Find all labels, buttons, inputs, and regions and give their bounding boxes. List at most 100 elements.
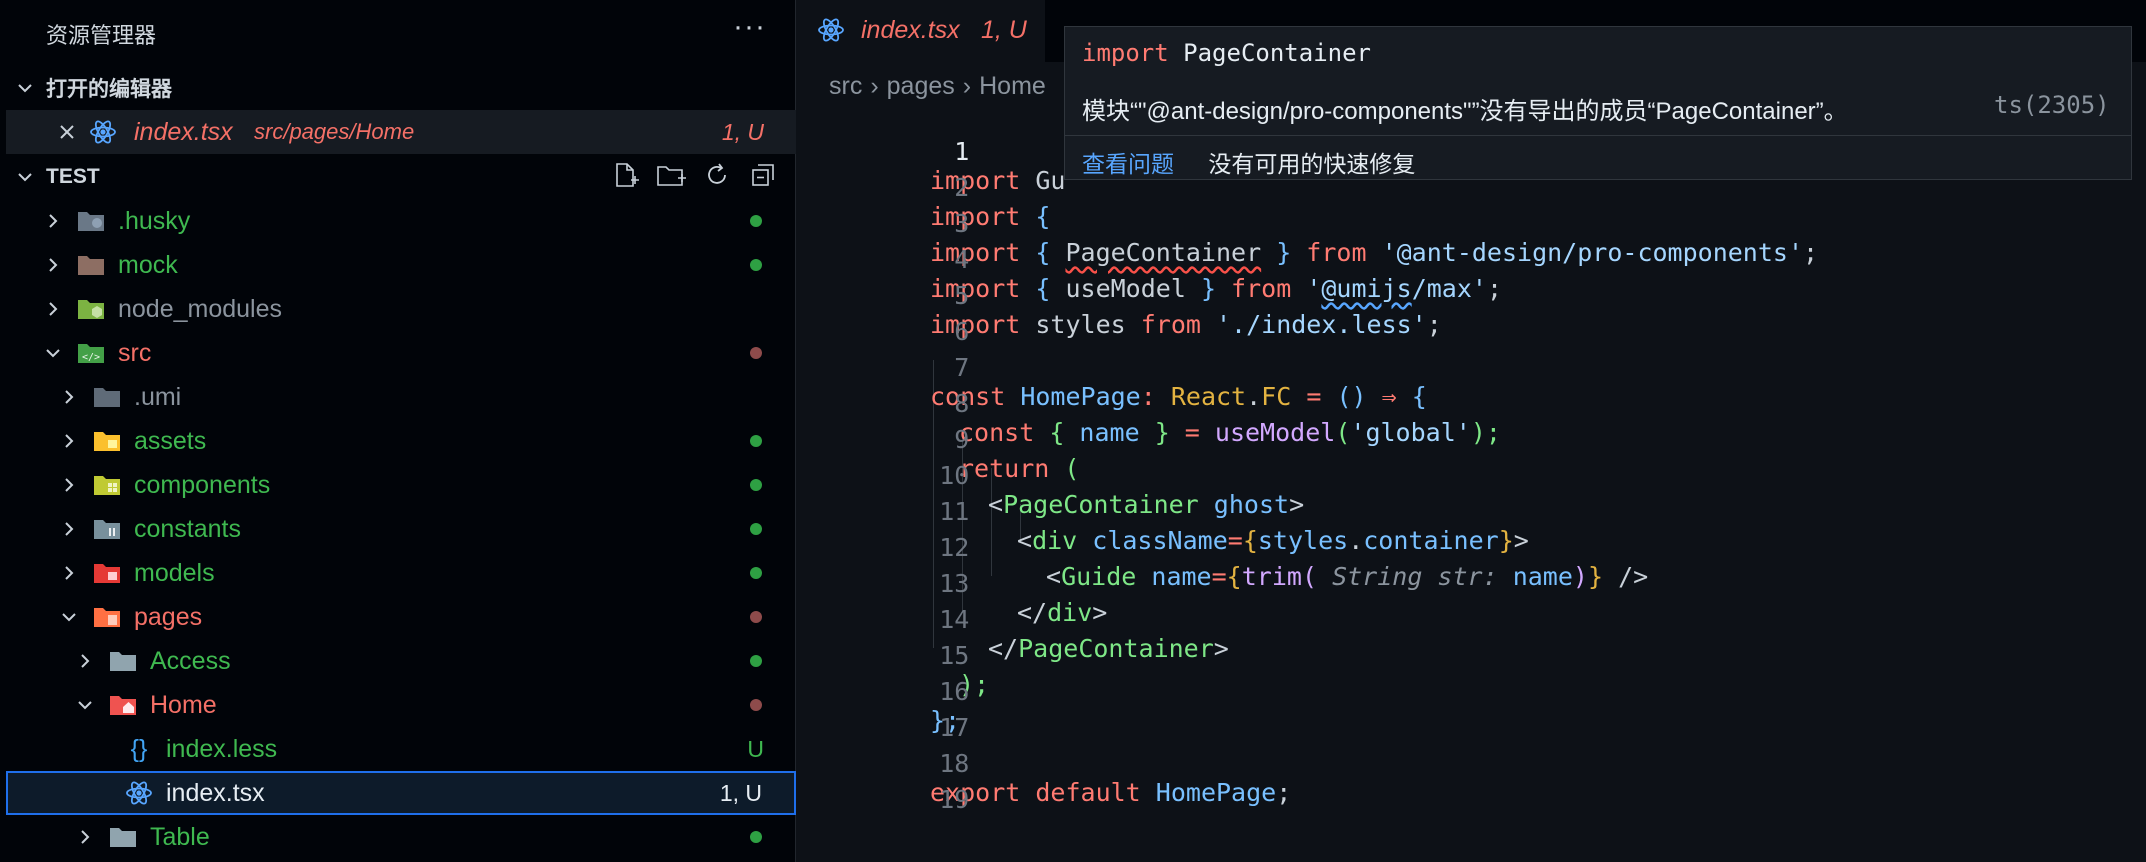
explorer-toolbar <box>610 160 778 190</box>
tree-item-node-modules[interactable]: node_modules <box>6 287 796 331</box>
braces-icon: {} <box>130 734 148 763</box>
constants-folder-icon <box>92 514 122 544</box>
code-line: 7 const HomePage: React.FC = () ⇒ { <box>797 324 2146 411</box>
folder-icon <box>76 250 106 280</box>
tree-item-label: constants <box>134 514 242 543</box>
chevron-down-icon <box>58 606 80 628</box>
tree-item-label: mock <box>118 250 178 279</box>
models-folder-icon <box>92 558 122 588</box>
tree-item-husky[interactable]: .husky <box>6 199 796 243</box>
chevron-right-icon <box>42 210 64 232</box>
status-dot <box>750 831 762 843</box>
line-number: 19 <box>939 785 970 814</box>
react-icon <box>88 117 118 147</box>
collapse-all-icon[interactable] <box>748 160 778 190</box>
home-folder-icon <box>108 690 138 720</box>
tree-item-access[interactable]: Access <box>6 639 796 683</box>
tab-index-tsx[interactable]: index.tsx 1, U <box>797 0 1045 62</box>
status-dot <box>750 611 762 623</box>
chevron-right-icon <box>74 650 96 672</box>
hover-signature: import PageContainer <box>1082 39 1371 67</box>
status-dot <box>750 347 762 359</box>
open-editors-header[interactable]: 打开的编辑器 <box>6 66 796 110</box>
code-line: 17 <box>797 684 2146 742</box>
explorer-sidebar: 资源管理器 ··· 打开的编辑器 index.tsx src/pages/Hom… <box>0 0 796 862</box>
tree-item-label: assets <box>134 426 207 455</box>
breadcrumb-item[interactable]: pages <box>887 72 955 100</box>
tab-label: index.tsx <box>861 16 960 44</box>
code-line: 10 <PageContainer ghost> <box>797 432 2146 519</box>
code-line: 8 const { name } = useModel('global'); <box>797 360 2146 447</box>
tree-item-index-tsx[interactable]: index.tsx 1, U <box>6 771 796 815</box>
tree-item-label: index.less <box>166 734 278 763</box>
code-line: 14 </PageContainer> <box>797 576 2146 663</box>
view-problem-link[interactable]: 查看问题 <box>1082 151 1174 177</box>
no-quick-fix-text: 没有可用的快速修复 <box>1208 151 1416 177</box>
code-line: 5 import styles from './index.less'; <box>797 252 2146 339</box>
react-icon <box>817 16 845 49</box>
tree-item-label: node_modules <box>118 294 283 323</box>
tree-item-assets[interactable]: assets <box>6 419 796 463</box>
chevron-right-icon <box>42 298 64 320</box>
status-dot <box>750 259 762 271</box>
svg-text:</>: </> <box>82 352 100 363</box>
tree-item-components[interactable]: components <box>6 463 796 507</box>
hover-divider <box>1065 135 2131 136</box>
new-folder-icon[interactable] <box>656 160 686 190</box>
status-dot <box>750 567 762 579</box>
breadcrumb-item[interactable]: src <box>829 72 862 100</box>
more-actions-icon[interactable]: ··· <box>733 10 766 44</box>
code-line: 6 <box>797 288 2146 346</box>
open-editor-item[interactable]: index.tsx src/pages/Home 1, U <box>6 110 796 154</box>
status-dot <box>750 215 762 227</box>
status-dot <box>750 479 762 491</box>
chevron-down-icon <box>42 342 64 364</box>
folder-icon <box>108 646 138 676</box>
tree-item-label: .umi <box>134 382 182 411</box>
chevron-down-icon <box>74 694 96 716</box>
status-dot <box>750 655 762 667</box>
tree-item-models[interactable]: models <box>6 551 796 595</box>
tree-item-umi[interactable]: .umi <box>6 375 796 419</box>
hover-actions: 查看问题 没有可用的快速修复 <box>1082 145 1415 179</box>
tree-item-home[interactable]: Home <box>6 683 796 727</box>
components-folder-icon <box>92 470 122 500</box>
open-editor-path: src/pages/Home <box>254 119 415 144</box>
git-status: 1, U <box>719 779 762 806</box>
chevron-right-icon: › <box>870 72 879 100</box>
hover-tooltip: import PageContainer 模块“"@ant-design/pro… <box>1064 26 2132 180</box>
tree-item-label: Access <box>150 646 231 675</box>
open-editors-title: 打开的编辑器 <box>46 78 172 101</box>
react-icon <box>124 778 154 808</box>
error-code: ts(2305) <box>1994 91 2110 119</box>
code-line: 3 import { PageContainer } from '@ant-de… <box>797 180 2146 267</box>
tree-item-label: Table <box>150 822 210 851</box>
breadcrumb-item[interactable]: Home <box>979 72 1046 100</box>
code-line: 4 import { useModel } from '@umijs/max'; <box>797 216 2146 303</box>
tree-item-label: .husky <box>118 206 191 235</box>
tree-item-mock[interactable]: mock <box>6 243 796 287</box>
tree-item-src[interactable]: </> src <box>6 331 796 375</box>
code-line: 15 ); <box>797 612 2146 699</box>
chevron-right-icon <box>58 518 80 540</box>
tree-item-constants[interactable]: constants <box>6 507 796 551</box>
open-editor-filename: index.tsx <box>134 117 233 146</box>
chevron-right-icon <box>58 430 80 452</box>
breadcrumb: src › pages › Home <box>829 72 1046 101</box>
tree-item-label: components <box>134 470 271 499</box>
status-dot <box>750 699 762 711</box>
tree-item-label: pages <box>134 602 203 631</box>
open-editor-status: 1, U <box>721 118 764 145</box>
code-line: 11 <div className={styles.container}> <box>797 468 2146 555</box>
close-icon[interactable] <box>56 121 78 143</box>
code-line: 13 </div> <box>797 540 2146 627</box>
pages-folder-icon <box>92 602 122 632</box>
tree-item-pages[interactable]: pages <box>6 595 796 639</box>
tree-item-table[interactable]: Table <box>6 815 796 859</box>
chevron-right-icon <box>58 474 80 496</box>
tab-status: 1, U <box>981 16 1027 44</box>
tree-item-index-less[interactable]: {} index.less U <box>6 727 796 771</box>
new-file-icon[interactable] <box>610 160 640 190</box>
chevron-right-icon <box>42 254 64 276</box>
refresh-icon[interactable] <box>702 160 732 190</box>
